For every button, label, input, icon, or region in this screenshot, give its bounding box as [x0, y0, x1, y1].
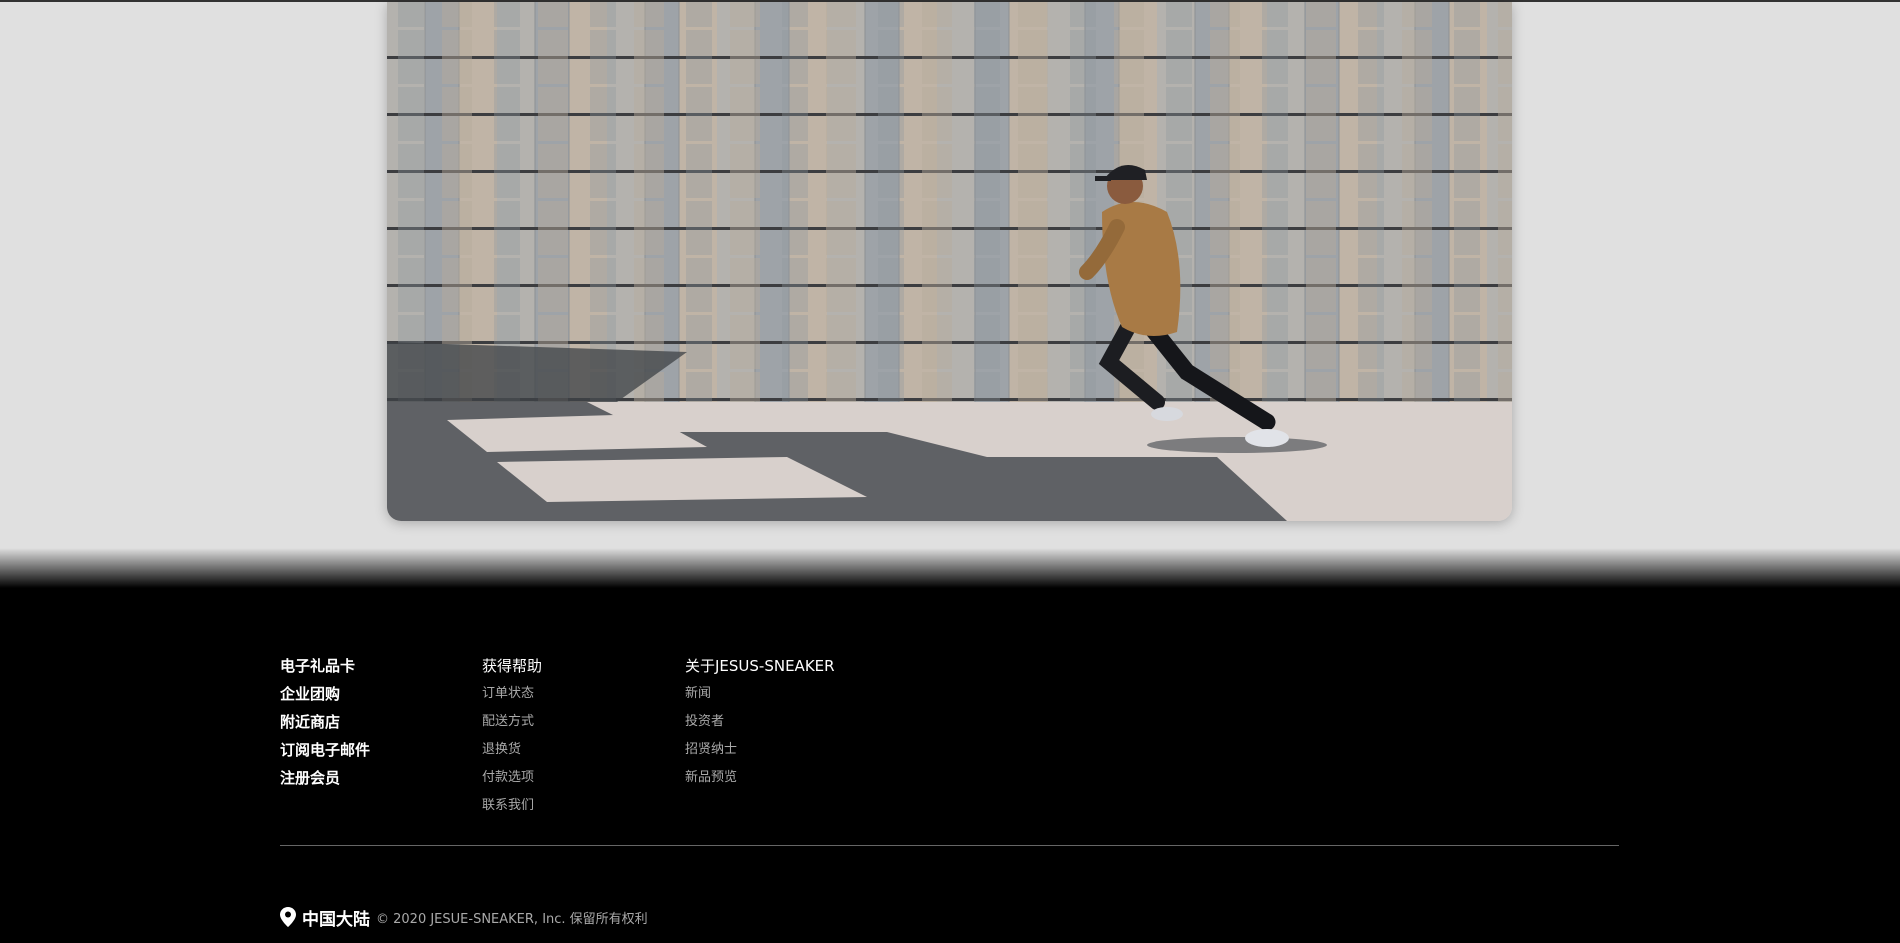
corporate-purchase-link[interactable]: 企业团购 [280, 684, 370, 712]
nearby-stores-link[interactable]: 附近商店 [280, 712, 370, 740]
gift-card-link[interactable]: 电子礼品卡 [280, 656, 370, 684]
footer-fade [0, 548, 1900, 588]
register-member-link[interactable]: 注册会员 [280, 768, 370, 796]
footer-column-help: 获得帮助 订单状态 配送方式 退换货 付款选项 联系我们 [482, 656, 542, 824]
footer-bottom: 中国大陆 © 2020 JESUE-SNEAKER, Inc. 保留所有权利 [280, 905, 648, 930]
location-pin-icon[interactable] [280, 907, 296, 927]
region-selector[interactable]: 中国大陆 [302, 905, 370, 930]
runner-photo [387, 2, 1512, 521]
payment-options-link[interactable]: 付款选项 [482, 768, 542, 796]
shipping-link[interactable]: 配送方式 [482, 712, 542, 740]
contact-us-link[interactable]: 联系我们 [482, 796, 542, 824]
footer-divider [280, 845, 1619, 846]
order-status-link[interactable]: 订单状态 [482, 684, 542, 712]
help-heading[interactable]: 获得帮助 [482, 656, 542, 684]
returns-link[interactable]: 退换货 [482, 740, 542, 768]
new-arrivals-link[interactable]: 新品预览 [685, 768, 835, 796]
investors-link[interactable]: 投资者 [685, 712, 835, 740]
news-link[interactable]: 新闻 [685, 684, 835, 712]
careers-link[interactable]: 招贤纳士 [685, 740, 835, 768]
copyright-text: © 2020 JESUE-SNEAKER, Inc. 保留所有权利 [376, 911, 648, 927]
subscribe-email-link[interactable]: 订阅电子邮件 [280, 740, 370, 768]
hero-image [387, 2, 1512, 521]
footer-column-about: 关于JESUS-SNEAKER 新闻 投资者 招贤纳士 新品预览 [685, 656, 835, 796]
about-heading[interactable]: 关于JESUS-SNEAKER [685, 656, 835, 684]
footer-column-primary: 电子礼品卡 企业团购 附近商店 订阅电子邮件 注册会员 [280, 656, 370, 796]
